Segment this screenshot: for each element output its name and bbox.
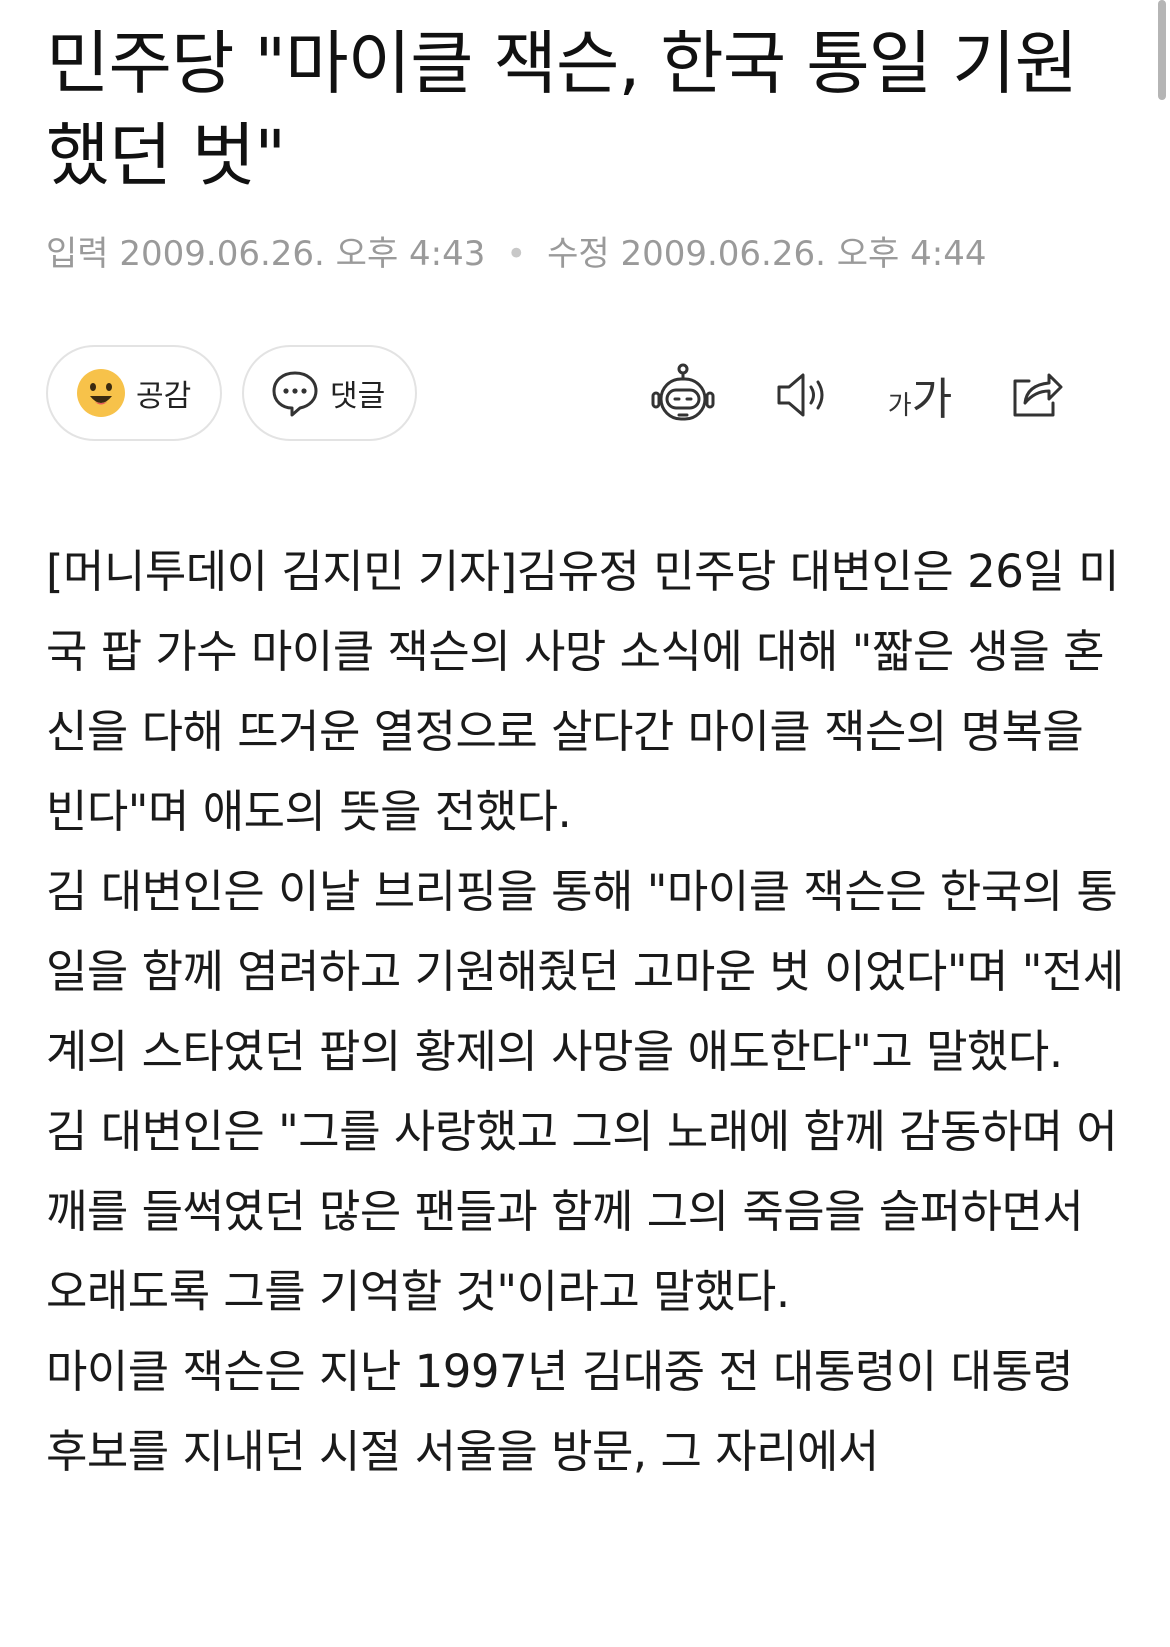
edit-time: 2009.06.26. 오후 4:44 [620, 234, 987, 274]
robot-summary-icon [651, 363, 715, 421]
article-paragraph: 김 대변인은 이날 브리핑을 통해 "마이클 잭슨은 한국의 통일을 함께 염려… [46, 865, 1124, 1078]
article-paragraph: [머니투데이 김지민 기자]김유정 민주당 대변인은 26일 미국 팝 가수 마… [46, 545, 1120, 838]
input-time: 2009.06.26. 오후 4:43 [119, 234, 486, 274]
input-label: 입력 [46, 234, 109, 274]
article-body: [머니투데이 김지민 기자]김유정 민주당 대변인은 26일 미국 팝 가수 마… [46, 532, 1126, 1492]
font-large-glyph: 가 [911, 374, 953, 425]
speaker-icon [777, 373, 824, 417]
scrollbar[interactable] [1158, 0, 1166, 100]
article-paragraph: 김 대변인은 "그를 사랑했고 그의 노래에 함께 감동하며 어깨를 들썩였던 … [46, 1105, 1118, 1318]
comment-label: 댓글 [330, 379, 386, 414]
edit-label: 수정 [547, 234, 610, 274]
like-label: 공감 [136, 379, 192, 414]
font-size-icon: 가가 [888, 363, 952, 427]
summary-bot-button[interactable] [646, 359, 720, 431]
comment-bubble-icon [272, 371, 318, 417]
share-icon [1013, 373, 1063, 417]
font-size-button[interactable]: 가가 [880, 359, 960, 431]
article-title: 민주당 "마이클 잭슨, 한국 통일 기원했던 벗" [46, 24, 1078, 196]
like-button[interactable]: 공감 [46, 345, 222, 441]
comment-button[interactable]: 댓글 [242, 345, 417, 441]
font-small-glyph: 가 [887, 391, 912, 421]
article-toolbar: 공감 댓글 가가 [46, 345, 1126, 445]
article: 민주당 "마이클 잭슨, 한국 통일 기원했던 벗" 입력 2009.06.26… [46, 0, 1126, 1478]
share-button[interactable] [1006, 359, 1068, 431]
article-paragraph: 마이클 잭슨은 지난 1997년 김대중 전 대통령이 대통령 후보를 지내던 … [46, 1345, 1074, 1478]
smile-icon [77, 369, 125, 417]
text-to-speech-button[interactable] [768, 359, 838, 431]
article-meta: 입력 2009.06.26. 오후 4:43 • 수정 2009.06.26. … [46, 232, 1126, 276]
meta-separator-dot: • [506, 234, 527, 274]
